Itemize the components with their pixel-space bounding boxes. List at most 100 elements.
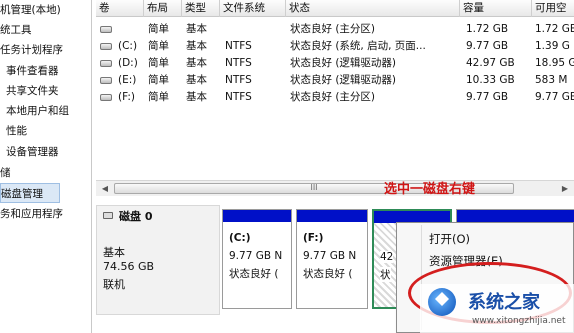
cell-free-space: 583 M [535, 74, 568, 86]
cell-layout: 简单 [148, 91, 169, 103]
cell-status: 状态良好 (逻辑驱动器) [290, 57, 397, 69]
disk-icon [100, 77, 112, 84]
cell-filesystem: NTFS [225, 40, 252, 52]
cell-volume: (C:) [118, 40, 138, 52]
column-header-type[interactable]: 类型 [182, 0, 220, 17]
partition-c[interactable]: (C:) 9.77 GB N 状态良好 ( [222, 209, 292, 309]
cell-type: 基本 [186, 57, 207, 69]
cell-type: 基本 [186, 23, 207, 35]
nav-item-system-tools[interactable]: 统工具 [0, 20, 32, 40]
partition-status: 状 [380, 267, 391, 282]
navigation-tree: 机管理(本地) 统工具 任务计划程序 事件查看器 共享文件夹 本地用户和组 性能… [0, 0, 92, 333]
table-row[interactable]: (C:) 简单 基本 NTFS 状态良好 (系统, 启动, 页面... 9.77… [96, 38, 574, 55]
disk-icon [100, 26, 112, 33]
cell-volume: (D:) [118, 57, 138, 69]
nav-item-label: 设备管理器 [6, 146, 59, 158]
partition-bar [457, 210, 574, 222]
cell-status: 状态良好 (系统, 启动, 页面... [290, 40, 426, 52]
partition-f[interactable]: (F:) 9.77 GB N 状态良好 ( [296, 209, 368, 309]
partition-size: 9.77 GB N [303, 250, 357, 262]
nav-item-disk-management[interactable]: 磁盘管理 [0, 183, 60, 203]
nav-item-label: 统工具 [0, 24, 32, 36]
volume-list: 卷 布局 类型 文件系统 状态 容量 可用空 简单 基本 状态良好 (主分区) … [96, 0, 574, 180]
disk-name: 磁盘 0 [119, 210, 153, 223]
disk-label-panel[interactable]: 磁盘 0 基本 74.56 GB 联机 [96, 205, 220, 315]
partition-bar [223, 210, 291, 222]
cell-filesystem: NTFS [225, 74, 252, 86]
cell-filesystem: NTFS [225, 91, 252, 103]
cell-type: 基本 [186, 74, 207, 86]
nav-item-label: 本地用户和组 [6, 105, 69, 117]
column-header-layout[interactable]: 布局 [144, 0, 182, 17]
disk-status: 联机 [103, 278, 125, 291]
cell-capacity: 42.97 GB [466, 57, 515, 69]
disk-icon [100, 60, 112, 67]
cell-type: 基本 [186, 91, 207, 103]
column-header-status[interactable]: 状态 [286, 0, 460, 17]
nav-item-shared-folders[interactable]: 共享文件夹 [0, 81, 59, 101]
scrollbar-grip: III [310, 183, 318, 192]
disk-size: 74.56 GB [103, 260, 155, 273]
annotation-text: 选中一磁盘右键 [384, 182, 476, 197]
nav-item-label: 性能 [6, 125, 27, 137]
nav-item-label: 储 [0, 167, 11, 179]
partition-status: 状态良好 ( [303, 268, 353, 280]
scroll-left-arrow-icon[interactable]: ◀ [98, 183, 112, 195]
disk-icon [103, 212, 113, 219]
cell-free-space: 18.95 G [535, 57, 574, 69]
table-row[interactable]: (F:) 简单 基本 NTFS 状态良好 (主分区) 9.77 GB 9.77 … [96, 89, 574, 106]
watermark-logo-icon [428, 288, 456, 316]
watermark-site: www.xitongzhijia.net [472, 316, 566, 326]
disk-icon [100, 94, 112, 101]
nav-item-storage[interactable]: 储 [0, 163, 11, 183]
volume-list-header: 卷 布局 类型 文件系统 状态 容量 可用空 [96, 0, 574, 17]
disk-type: 基本 [103, 246, 125, 259]
cell-status: 状态良好 (主分区) [290, 91, 376, 103]
nav-item-label: 机管理(本地) [0, 4, 61, 16]
partition-name: (F:) [303, 232, 324, 244]
disk-icon [100, 43, 112, 50]
menu-item-open[interactable]: 打开(O) [429, 231, 470, 247]
partition-status: 状态良好 ( [229, 268, 279, 280]
column-header-capacity[interactable]: 容量 [460, 0, 532, 17]
nav-item-device-manager[interactable]: 设备管理器 [0, 142, 59, 162]
horizontal-scrollbar[interactable]: ◀ III ▶ [96, 180, 574, 196]
watermark-name: 系统之家 [468, 292, 540, 313]
watermark: 系统之家 www.xitongzhijia.net [420, 284, 574, 333]
nav-item-label: 共享文件夹 [6, 85, 59, 97]
cell-layout: 简单 [148, 23, 169, 35]
partition-size: 9.77 GB N [229, 250, 283, 262]
cell-type: 基本 [186, 40, 207, 52]
nav-item-label: 磁盘管理 [1, 188, 43, 200]
nav-item-event-viewer[interactable]: 事件查看器 [0, 61, 59, 81]
cell-capacity: 9.77 GB [466, 91, 509, 103]
cell-volume: (E:) [118, 74, 137, 86]
nav-item-label: 事件查看器 [6, 65, 59, 77]
table-row[interactable]: (D:) 简单 基本 NTFS 状态良好 (逻辑驱动器) 42.97 GB 18… [96, 55, 574, 72]
nav-item-local-users-groups[interactable]: 本地用户和组 [0, 101, 69, 121]
nav-item-label: 任务计划程序 [0, 44, 63, 56]
nav-item-label: 务和应用程序 [0, 208, 63, 220]
partition-size: 42 [380, 251, 394, 263]
cell-capacity: 10.33 GB [466, 74, 515, 86]
cell-free-space: 9.77 GB [535, 91, 574, 103]
cell-capacity: 9.77 GB [466, 40, 509, 52]
cell-volume: (F:) [118, 91, 135, 103]
nav-item-services-applications[interactable]: 务和应用程序 [0, 204, 63, 224]
nav-item-task-scheduler[interactable]: 任务计划程序 [0, 40, 63, 60]
cell-status: 状态良好 (逻辑驱动器) [290, 74, 397, 86]
partition-bar [297, 210, 367, 222]
scroll-right-arrow-icon[interactable]: ▶ [558, 183, 572, 195]
cell-layout: 简单 [148, 57, 169, 69]
partition-name: (C:) [229, 232, 251, 244]
table-row[interactable]: 简单 基本 状态良好 (主分区) 1.72 GB 1.72 GB [96, 21, 574, 38]
cell-capacity: 1.72 GB [466, 23, 509, 35]
nav-item-computer-management[interactable]: 机管理(本地) [0, 0, 61, 20]
column-header-volume[interactable]: 卷 [96, 0, 144, 17]
cell-filesystem: NTFS [225, 57, 252, 69]
nav-item-performance[interactable]: 性能 [0, 121, 27, 141]
cell-layout: 简单 [148, 74, 169, 86]
table-row[interactable]: (E:) 简单 基本 NTFS 状态良好 (逻辑驱动器) 10.33 GB 58… [96, 72, 574, 89]
column-header-filesystem[interactable]: 文件系统 [220, 0, 286, 17]
column-header-free-space[interactable]: 可用空 [532, 0, 574, 17]
